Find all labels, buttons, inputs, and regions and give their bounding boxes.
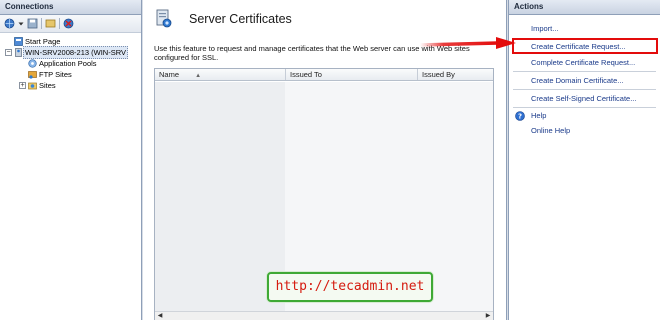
page-title: Server Certificates (189, 12, 292, 26)
help-link[interactable]: Help (531, 111, 546, 121)
create-self-signed-certificate-link[interactable]: Create Self-Signed Certificate... (531, 94, 636, 104)
connections-header: Connections (0, 0, 141, 15)
sort-ascending-icon: ▲ (195, 73, 202, 79)
page-header: Server Certificates (143, 0, 506, 38)
create-domain-certificate-link[interactable]: Create Domain Certificate... (531, 76, 624, 86)
column-header-issued-to[interactable]: Issued To (286, 69, 418, 80)
column-header-issued-by[interactable]: Issued By (418, 69, 493, 80)
connections-toolbar (0, 15, 141, 33)
tree-item-application-pools[interactable]: Application Pools (2, 58, 141, 69)
actions-separator (513, 89, 656, 90)
scroll-left-icon[interactable]: ◀ (156, 313, 164, 320)
tree-item-label: Sites (39, 81, 56, 90)
disconnect-icon[interactable] (63, 18, 74, 29)
actions-header: Actions (509, 0, 660, 15)
toolbar-separator (59, 18, 60, 29)
watermark-label: http://tecadmin.net (267, 272, 433, 302)
highlight-box-annotation (512, 38, 658, 54)
toolbar-separator (41, 18, 42, 29)
dropdown-arrow-icon[interactable] (18, 18, 24, 29)
horizontal-scrollbar[interactable]: ◀ ▶ (155, 311, 493, 320)
red-arrow-annotation (420, 37, 516, 49)
tree-item-sites[interactable]: + Sites (2, 80, 141, 91)
sites-folder-icon (28, 82, 37, 90)
connections-pane: Connections Start Page − WIN-SRV2008-213… (0, 0, 142, 320)
actions-separator (513, 107, 656, 108)
start-page-icon (14, 37, 23, 46)
server-certificates-icon (156, 9, 172, 28)
tree-item-server[interactable]: − WIN-SRV2008-213 (WIN-SRV (2, 46, 141, 59)
scroll-right-icon[interactable]: ▶ (484, 313, 492, 320)
column-header-name[interactable]: Name ▲ (155, 69, 286, 80)
online-help-link[interactable]: Online Help (531, 126, 570, 136)
help-icon[interactable]: ? (515, 111, 525, 121)
ftp-sites-icon (28, 71, 37, 79)
up-level-icon[interactable] (45, 18, 56, 29)
connections-tree: Start Page − WIN-SRV2008-213 (WIN-SRV Ap… (0, 33, 141, 91)
save-icon[interactable] (27, 18, 38, 29)
tree-item-label: FTP Sites (39, 70, 72, 79)
grid-header: Name ▲ Issued To Issued By (155, 69, 493, 81)
server-icon (15, 48, 22, 57)
expand-expander[interactable]: + (19, 82, 26, 89)
application-pools-icon (28, 59, 37, 68)
actions-separator (513, 71, 656, 72)
grid-column-name (155, 82, 286, 320)
collapse-expander[interactable]: − (5, 49, 12, 56)
connect-globe-icon[interactable] (4, 18, 15, 29)
complete-certificate-request-link[interactable]: Complete Certificate Request... (531, 58, 635, 68)
tree-item-label: Application Pools (39, 59, 97, 68)
svg-text:?: ? (518, 113, 522, 121)
import-link[interactable]: Import... (531, 24, 559, 34)
tree-item-ftp-sites[interactable]: FTP Sites (2, 69, 141, 80)
